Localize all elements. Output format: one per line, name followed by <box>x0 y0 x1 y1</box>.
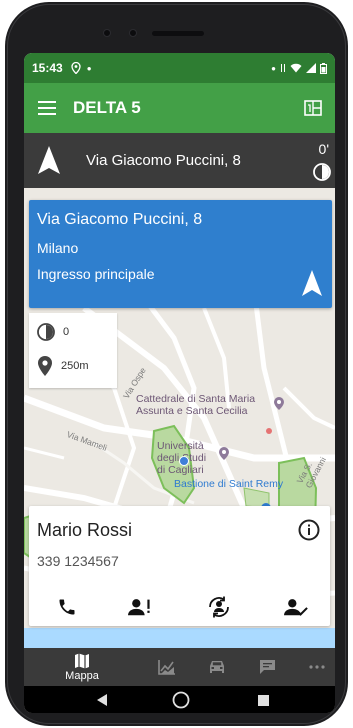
status-bar: 15:43 ● ● <box>24 53 335 83</box>
dot-icon: ● <box>271 63 276 73</box>
app-screen: 15:43 ● ● DELTA 5 Via Giacomo Puccini, 8… <box>24 53 335 713</box>
tab-map-label: Mappa <box>65 669 99 682</box>
info-button[interactable] <box>298 519 320 546</box>
tab-vehicle[interactable] <box>204 648 230 686</box>
cathedral-marker-icon <box>274 397 284 415</box>
message-icon <box>259 660 275 674</box>
university-marker-icon <box>219 447 229 465</box>
home-button[interactable] <box>171 690 191 710</box>
destination-street: Via Giacomo Puccini, 8 <box>37 211 203 228</box>
time-stat: 0 <box>37 323 69 341</box>
start-navigation-arrow-icon[interactable] <box>302 270 322 301</box>
location-pin-icon <box>38 356 52 376</box>
front-sensor <box>129 29 137 37</box>
route-stats-box: 0 250m <box>29 313 117 388</box>
contact-name: Mario Rossi <box>37 520 133 540</box>
notification-dot-icon: ● <box>86 63 92 73</box>
app-bar: DELTA 5 <box>24 83 335 133</box>
reassign-icon <box>209 596 229 618</box>
location-status-icon <box>71 62 81 74</box>
wifi-icon <box>290 63 302 73</box>
reassign-button[interactable] <box>205 594 233 620</box>
destination-card[interactable]: Via Giacomo Puccini, 8 Milano Ingresso p… <box>29 200 332 308</box>
tab-messages[interactable] <box>254 648 280 686</box>
poi-cathedral-line1: Cattedrale di Santa Maria <box>136 393 256 405</box>
menu-button[interactable] <box>24 83 70 133</box>
tab-more[interactable] <box>304 648 330 686</box>
grid-button[interactable] <box>291 83 335 133</box>
phone-icon <box>59 599 75 615</box>
navigation-arrow-icon <box>38 146 60 179</box>
poi-cathedral-line2: Assunta e Santa Cecilia <box>136 405 248 417</box>
back-button[interactable] <box>92 690 112 710</box>
contact-card: Mario Rossi 339 1234567 <box>29 506 330 626</box>
home-icon <box>172 691 190 709</box>
current-street: Via Giacomo Puccini, 8 <box>86 152 241 169</box>
map-icon <box>75 653 89 668</box>
hamburger-icon <box>38 101 56 115</box>
contact-alert-icon <box>128 599 150 616</box>
more-icon <box>309 665 325 669</box>
call-button[interactable] <box>53 594 81 620</box>
current-location-marker <box>179 456 189 466</box>
status-time: 15:43 <box>32 61 63 75</box>
time-stat-value: 0 <box>63 326 70 338</box>
distance-stat-value: 250m <box>61 360 89 372</box>
tab-stats[interactable] <box>154 648 180 686</box>
contact-alert-button[interactable] <box>126 594 154 620</box>
poi-cathedral[interactable]: Cattedrale di Santa Maria Assunta e Sant… <box>136 393 255 417</box>
recents-icon <box>257 694 269 706</box>
clock-icon <box>313 163 331 186</box>
eta-minutes: 0' <box>318 141 329 157</box>
system-navigation-bar <box>24 686 335 713</box>
phone-speaker <box>152 31 204 36</box>
poi-university-line3: di Cagliari <box>157 464 204 476</box>
clock-icon <box>37 323 55 341</box>
car-icon <box>210 660 224 673</box>
recents-button[interactable] <box>253 690 273 710</box>
grid-icon <box>304 100 322 116</box>
battery-icon <box>320 62 327 74</box>
distance-stat: 250m <box>37 356 89 376</box>
contact-actions <box>29 592 330 622</box>
back-icon <box>97 694 107 706</box>
app-title: DELTA 5 <box>73 98 141 117</box>
destination-city: Milano <box>37 240 79 256</box>
data-arrows-icon <box>281 64 285 72</box>
contact-phone: 339 1234567 <box>37 553 119 569</box>
front-camera <box>103 29 111 37</box>
poi-bastione[interactable]: Bastione di Saint Remy <box>174 478 283 490</box>
chart-icon <box>158 660 175 675</box>
destination-entrance: Ingresso principale <box>37 266 155 282</box>
info-icon <box>298 519 320 541</box>
contact-check-button[interactable] <box>282 594 310 620</box>
system-status-icons: ● <box>271 62 327 74</box>
navigation-header: Via Giacomo Puccini, 8 0' <box>24 133 335 188</box>
signal-icon <box>306 63 316 73</box>
bottom-navigation: Mappa <box>24 648 335 686</box>
poi-university-line1: Università <box>157 440 204 452</box>
contact-check-icon <box>284 599 308 616</box>
tab-map[interactable]: Mappa <box>50 648 114 686</box>
